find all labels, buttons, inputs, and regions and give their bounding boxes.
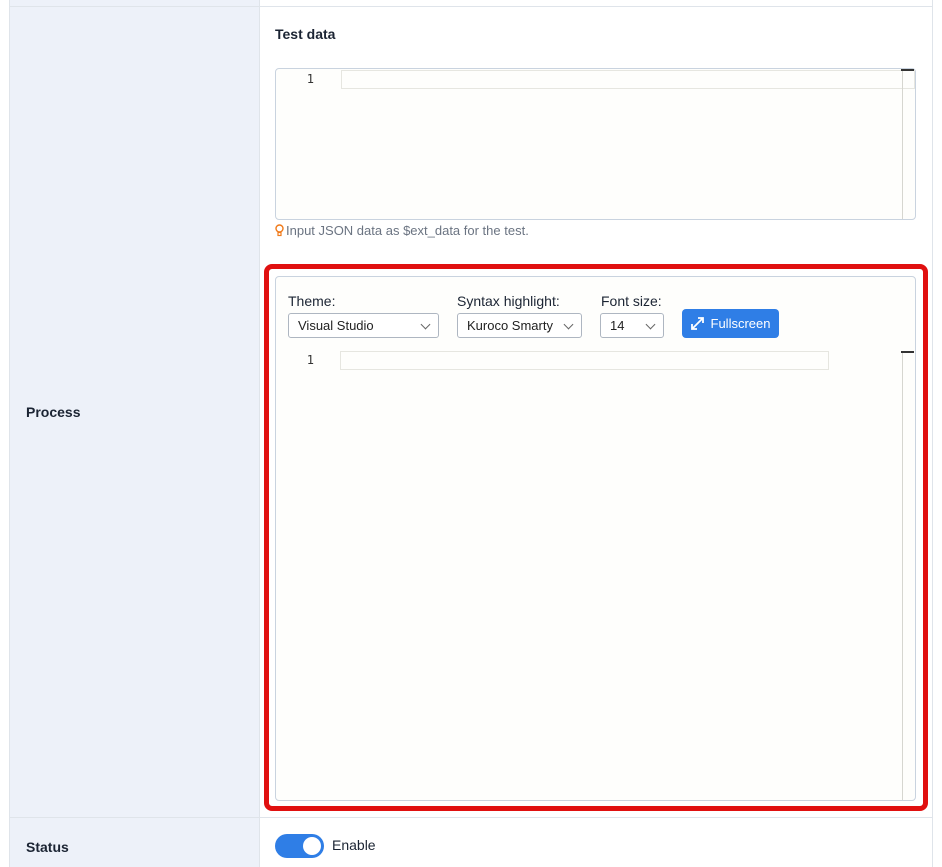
- scrollbar-track[interactable]: [902, 71, 903, 219]
- line-number: 1: [306, 72, 314, 86]
- highlight-box: [264, 264, 928, 811]
- row-divider-status: [10, 817, 932, 818]
- row-divider-top: [10, 6, 932, 7]
- status-toggle[interactable]: [275, 834, 324, 858]
- test-data-hint: Input JSON data as $ext_data for the tes…: [275, 223, 529, 238]
- active-line: [341, 70, 915, 89]
- label-column: [10, 0, 260, 867]
- process-label: Process: [26, 404, 81, 420]
- hint-text: Input JSON data as $ext_data for the tes…: [286, 223, 529, 238]
- lightbulb-icon: [275, 224, 284, 237]
- toggle-knob: [303, 837, 321, 855]
- test-data-editor[interactable]: 1: [275, 68, 916, 220]
- status-label: Status: [26, 839, 69, 855]
- test-data-title: Test data: [275, 26, 336, 42]
- status-toggle-label: Enable: [332, 837, 376, 853]
